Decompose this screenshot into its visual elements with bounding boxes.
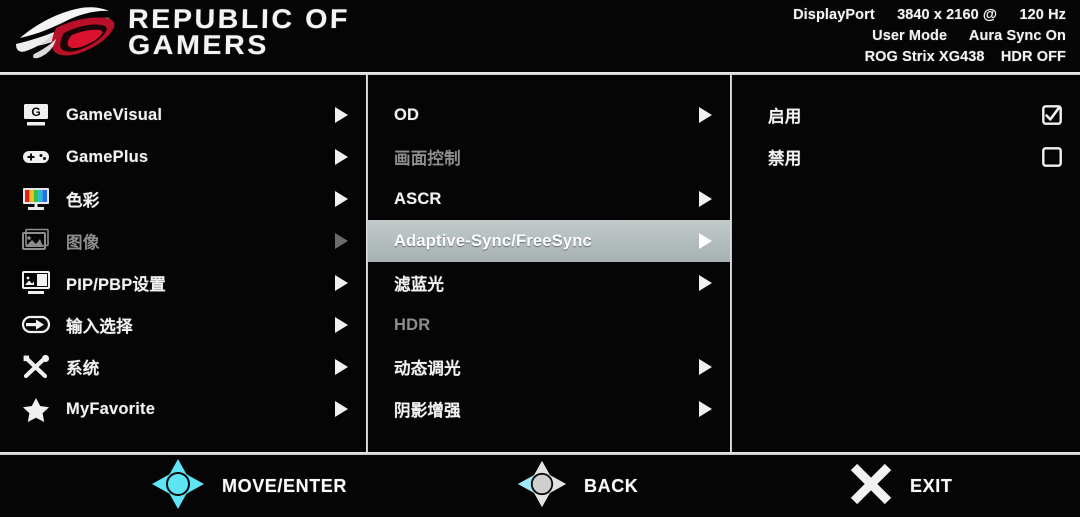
sidebar-menu: G GameVisual GamePlus 色彩图像 PIP/PBP设置 输入选择系统 My… bbox=[0, 74, 366, 454]
submenu-item-label: ASCR bbox=[394, 189, 442, 208]
status-model: ROG Strix XG438 bbox=[864, 49, 985, 65]
osd-panel: G GameVisual GamePlus 色彩图像 PIP/PBP设置 输入选择系统 My… bbox=[0, 74, 1080, 454]
split-screen-icon bbox=[18, 268, 54, 298]
submenu-item-label: 动态调光 bbox=[394, 360, 461, 378]
checkbox-unchecked-icon[interactable] bbox=[1042, 147, 1062, 167]
rog-wordmark: REPUBLIC OF GAMERS bbox=[128, 4, 351, 60]
status-row-signal: DisplayPort 3840 x 2160 @ 120 Hz bbox=[793, 5, 1066, 26]
back-button[interactable]: BACK bbox=[516, 458, 638, 515]
option-item-label: 启用 bbox=[768, 108, 802, 126]
chevron-right-icon bbox=[699, 401, 712, 417]
checkbox-checked-icon[interactable] bbox=[1042, 105, 1062, 125]
brand-line-2: GAMERS bbox=[127, 30, 270, 60]
status-aura-sync: Aura Sync On bbox=[968, 28, 1066, 44]
option-item-label: 禁用 bbox=[768, 150, 802, 168]
sidebar-item-label: 色彩 bbox=[66, 192, 100, 210]
status-resolution: 3840 x 2160 @ bbox=[897, 7, 998, 23]
chevron-right-icon bbox=[699, 191, 712, 207]
submenu-item-selected[interactable]: Adaptive-Sync/FreeSync bbox=[366, 220, 730, 262]
chevron-right-icon bbox=[699, 275, 712, 291]
chevron-right-icon bbox=[699, 233, 712, 249]
tools-icon bbox=[18, 352, 54, 382]
submenu-item-label: 画面控制 bbox=[394, 150, 461, 168]
chevron-right-icon bbox=[335, 359, 348, 375]
sidebar-item[interactable]: 输入选择 bbox=[0, 304, 366, 346]
sidebar-item[interactable]: 系统 bbox=[0, 346, 366, 388]
status-row-model: ROG Strix XG438 HDR OFF bbox=[793, 47, 1066, 68]
submenu-item[interactable]: 画面控制 bbox=[366, 136, 730, 178]
joystick-4way-gray-icon bbox=[516, 458, 568, 515]
status-preset-mode: User Mode bbox=[872, 28, 948, 44]
joystick-4way-cyan-icon bbox=[150, 457, 206, 516]
sidebar-item[interactable]: MyFavorite bbox=[0, 388, 366, 430]
submenu-item-label: 阴影增强 bbox=[394, 402, 461, 420]
chevron-right-icon bbox=[335, 401, 348, 417]
submenu-item[interactable]: 滤蓝光 bbox=[366, 262, 730, 304]
submenu-item-label: HDR bbox=[394, 315, 431, 334]
option-item[interactable]: 禁用 bbox=[730, 136, 1080, 178]
move-enter-label: MOVE/ENTER bbox=[222, 475, 348, 496]
chevron-right-icon bbox=[699, 107, 712, 123]
back-label: BACK bbox=[584, 475, 639, 496]
rog-brand: REPUBLIC OF GAMERS bbox=[14, 4, 351, 60]
submenu-item[interactable]: OD bbox=[366, 94, 730, 136]
input-arrow-icon bbox=[18, 310, 54, 340]
star-icon bbox=[18, 394, 54, 424]
sidebar-item[interactable]: 色彩 bbox=[0, 178, 366, 220]
status-row-mode: User Mode Aura Sync On bbox=[793, 26, 1066, 47]
column-divider-2 bbox=[730, 74, 732, 454]
chevron-right-icon bbox=[335, 317, 348, 333]
chevron-right-icon bbox=[335, 275, 348, 291]
exit-label: EXIT bbox=[910, 475, 953, 496]
exit-button[interactable]: EXIT bbox=[848, 461, 952, 512]
sidebar-item-label: PIP/PBP设置 bbox=[66, 276, 166, 294]
submenu-item-label: OD bbox=[394, 105, 420, 124]
rog-eye-logo-icon bbox=[14, 4, 118, 60]
gamepad-icon bbox=[18, 142, 54, 172]
status-input-source: DisplayPort bbox=[793, 7, 875, 23]
sidebar-item-label: MyFavorite bbox=[66, 399, 156, 418]
status-hdr-state: HDR OFF bbox=[1000, 49, 1066, 65]
option-item[interactable]: 启用 bbox=[730, 94, 1080, 136]
submenu-item[interactable]: 阴影增强 bbox=[366, 388, 730, 430]
submenu-item[interactable]: 动态调光 bbox=[366, 346, 730, 388]
move-enter-button[interactable]: MOVE/ENTER bbox=[150, 457, 347, 516]
picture-icon bbox=[18, 226, 54, 256]
status-refresh-rate: 120 Hz bbox=[1019, 7, 1066, 23]
sidebar-item-label: GamePlus bbox=[66, 147, 149, 166]
sidebar-item[interactable]: GamePlus bbox=[0, 136, 366, 178]
submenu-item-label: 滤蓝光 bbox=[394, 276, 445, 294]
submenu-item-label: Adaptive-Sync/FreeSync bbox=[394, 231, 592, 250]
sidebar-item-label: 输入选择 bbox=[66, 318, 133, 336]
sidebar-item[interactable]: G GameVisual bbox=[0, 94, 366, 136]
osd-menu-root: REPUBLIC OF GAMERS DisplayPort 3840 x 21… bbox=[0, 0, 1080, 517]
monitor-g-icon: G bbox=[18, 100, 54, 130]
column-divider-1 bbox=[366, 74, 368, 454]
chevron-right-icon bbox=[335, 233, 348, 249]
submenu-item[interactable]: HDR bbox=[366, 304, 730, 346]
color-bars-icon bbox=[18, 184, 54, 214]
sidebar-item-label: GameVisual bbox=[66, 105, 163, 124]
status-info: DisplayPort 3840 x 2160 @ 120 Hz User Mo… bbox=[793, 5, 1066, 68]
osd-header: REPUBLIC OF GAMERS DisplayPort 3840 x 21… bbox=[0, 0, 1080, 75]
chevron-right-icon bbox=[335, 107, 348, 123]
sidebar-item[interactable]: PIP/PBP设置 bbox=[0, 262, 366, 304]
chevron-right-icon bbox=[699, 359, 712, 375]
close-x-icon bbox=[848, 461, 894, 512]
osd-footer: MOVE/ENTER BACK EXIT bbox=[0, 455, 1080, 517]
chevron-right-icon bbox=[335, 191, 348, 207]
sidebar-item-label: 系统 bbox=[66, 360, 100, 378]
sidebar-item-label: 图像 bbox=[66, 234, 100, 252]
options-list: 启用 禁用 bbox=[730, 74, 1080, 454]
submenu-item[interactable]: ASCR bbox=[366, 178, 730, 220]
chevron-right-icon bbox=[335, 149, 348, 165]
sidebar-item[interactable]: 图像 bbox=[0, 220, 366, 262]
svg-text:G: G bbox=[31, 105, 40, 119]
submenu-list: OD 画面控制 ASCR Adaptive-Sync/FreeSync 滤蓝光 HDR 动态… bbox=[366, 74, 730, 454]
